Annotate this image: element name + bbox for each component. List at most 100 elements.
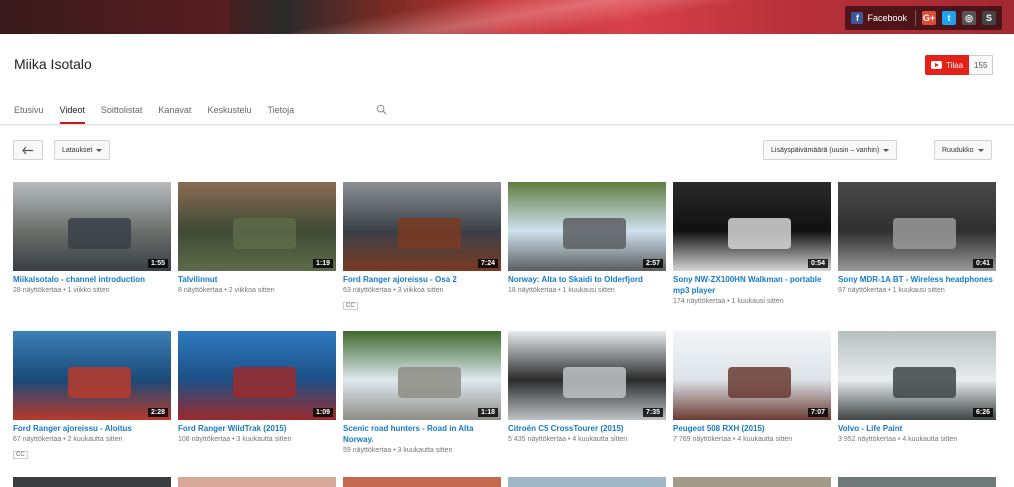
google-plus-icon[interactable]: G+: [922, 11, 936, 25]
video-title[interactable]: Citroën C5 CrossTourer (2015): [508, 423, 666, 434]
channel-name: Miika Isotalo: [14, 56, 92, 72]
video-thumbnail[interactable]: 7:07: [673, 331, 831, 420]
video-meta: 7 769 näyttökertaa • 4 kuukautta sitten: [673, 436, 793, 443]
tab-discussion[interactable]: Keskustelu: [199, 96, 259, 124]
tab-home[interactable]: Etusivu: [6, 96, 52, 124]
video-duration: 7:07: [807, 408, 828, 417]
video-card[interactable]: 0:41 Sony MDR-1A BT - Wireless headphones…: [838, 182, 996, 294]
video-thumbnail[interactable]: 6:26: [838, 331, 996, 420]
video-thumbnail-partial[interactable]: [838, 477, 996, 487]
tab-channels[interactable]: Kanavat: [150, 96, 199, 124]
video-thumbnail[interactable]: 7:35: [508, 331, 666, 420]
video-grid-row-partial: [13, 477, 1003, 487]
back-arrow-icon: [22, 146, 33, 154]
facebook-label: Facebook: [867, 13, 907, 23]
video-card[interactable]: 1:18 Scenic road hunters - Road in Alta N…: [343, 331, 501, 454]
search-icon[interactable]: [376, 104, 387, 115]
video-card[interactable]: 1:09 Ford Ranger WildTrak (2015) 108 näytt…: [178, 331, 336, 443]
video-title[interactable]: Scenic road hunters - Road in Alta Norwa…: [343, 423, 501, 445]
video-meta: 97 näyttökertaa • 1 kuukausi sitten: [838, 287, 945, 294]
video-meta: 108 näyttökertaa • 3 kuukautta sitten: [178, 436, 292, 443]
closed-captions-badge: CC: [13, 451, 28, 459]
thumbnail-subject: [233, 217, 297, 249]
subscribe-label: Tilaa: [946, 60, 964, 70]
video-duration: 7:35: [642, 408, 663, 417]
video-title[interactable]: Norway: Alta to Skaidi to Olderfjord: [508, 274, 666, 285]
video-thumbnail-partial[interactable]: [13, 477, 171, 487]
video-duration: 1:09: [312, 408, 333, 417]
banner-shade: [0, 0, 230, 34]
video-thumbnail-partial[interactable]: [508, 477, 666, 487]
video-title[interactable]: Ford Ranger WildTrak (2015): [178, 423, 336, 434]
video-card[interactable]: 2:57 Norway: Alta to Skaidi to Olderfjord…: [508, 182, 666, 294]
video-thumbnail[interactable]: 1:19: [178, 182, 336, 271]
video-card[interactable]: 7:07 Peugeot 508 RXH (2015) 7 769 näyttöke…: [673, 331, 831, 443]
back-button[interactable]: [13, 140, 43, 160]
thumbnail-subject: [68, 217, 132, 249]
video-title[interactable]: Volvo - Life Paint: [838, 423, 996, 434]
thumbnail-subject: [233, 366, 297, 398]
thumbnail-subject: [398, 217, 462, 249]
social-links: f Facebook G+ t ◎ S: [845, 6, 1002, 30]
video-card[interactable]: 1:55 Miikalsotalo - channel introduction 2…: [13, 182, 171, 294]
video-title[interactable]: Sony MDR-1A BT - Wireless headphones: [838, 274, 996, 285]
video-duration: 1:19: [312, 259, 333, 268]
video-duration: 2:57: [642, 259, 663, 268]
video-duration: 1:55: [147, 259, 168, 268]
tab-about[interactable]: Tietoja: [259, 96, 302, 124]
video-card[interactable]: 6:26 Volvo - Life Paint 3 952 näyttökertaa…: [838, 331, 996, 443]
snapchat-icon[interactable]: S: [982, 11, 996, 25]
video-card[interactable]: 1:19 Talvilinnut 8 näyttökertaa • 2 viikko…: [178, 182, 336, 294]
thumbnail-subject: [728, 217, 792, 249]
video-meta: 5 435 näyttökertaa • 4 kuukautta sitten: [508, 436, 628, 443]
facebook-link[interactable]: f Facebook: [851, 10, 916, 26]
video-title[interactable]: Ford Ranger ajoreissu - Aloitus: [13, 423, 171, 434]
video-thumbnail-partial[interactable]: [178, 477, 336, 487]
video-card[interactable]: 7:24 Ford Ranger ajoreissu - Osa 2 63 näyt…: [343, 182, 501, 312]
video-duration: 0:41: [972, 259, 993, 268]
video-meta: 67 näyttökertaa • 2 kuukautta sitten: [13, 436, 123, 443]
video-thumbnail-partial[interactable]: [673, 477, 831, 487]
thumbnail-subject: [563, 217, 627, 249]
subscribe-button[interactable]: Tilaa: [925, 55, 970, 75]
videos-content: Lataukset Lisäyspäivämäärä (uusin – vanh…: [0, 126, 1014, 487]
sort-dropdown[interactable]: Lisäyspäivämäärä (uusin – vanhin): [763, 140, 898, 160]
video-thumbnail[interactable]: 7:24: [343, 182, 501, 271]
twitter-icon[interactable]: t: [942, 11, 956, 25]
view-dropdown[interactable]: Ruudukko: [934, 140, 992, 160]
thumbnail-subject: [893, 366, 957, 398]
instagram-icon[interactable]: ◎: [962, 11, 976, 25]
youtube-play-icon: [931, 61, 942, 69]
video-thumbnail[interactable]: 2:28: [13, 331, 171, 420]
video-thumbnail[interactable]: 1:18: [343, 331, 501, 420]
video-duration: 1:18: [477, 408, 498, 417]
video-thumbnail[interactable]: 1:09: [178, 331, 336, 420]
video-card[interactable]: 7:35 Citroën C5 CrossTourer (2015) 5 435 n…: [508, 331, 666, 443]
video-title[interactable]: Ford Ranger ajoreissu - Osa 2: [343, 274, 501, 285]
video-meta: 63 näyttökertaa • 3 viikkoa sitten: [343, 287, 444, 294]
tab-videos[interactable]: Videot: [52, 96, 93, 124]
video-title[interactable]: Sony NW-ZX100HN Walkman - portable mp3 p…: [673, 274, 831, 296]
video-title[interactable]: Peugeot 508 RXH (2015): [673, 423, 831, 434]
chevron-down-icon: [883, 148, 890, 152]
video-title[interactable]: Talvilinnut: [178, 274, 336, 285]
thumbnail-subject: [398, 366, 462, 398]
tab-playlists[interactable]: Soittolistat: [93, 96, 151, 124]
video-duration: 6:26: [972, 408, 993, 417]
video-thumbnail[interactable]: 0:41: [838, 182, 996, 271]
subscribe-group: Tilaa 155: [925, 55, 994, 75]
video-thumbnail[interactable]: 1:55: [13, 182, 171, 271]
video-card[interactable]: 2:28 Ford Ranger ajoreissu - Aloitus 67 nä…: [13, 331, 171, 461]
channel-tabs: Etusivu Videot Soittolistat Kanavat Kesk…: [6, 96, 302, 124]
video-title[interactable]: Miikalsotalo - channel introduction: [13, 274, 171, 285]
thumbnail-subject: [728, 366, 792, 398]
chevron-down-icon: [96, 148, 103, 152]
uploads-filter-dropdown[interactable]: Lataukset: [54, 140, 111, 160]
video-thumbnail[interactable]: 2:57: [508, 182, 666, 271]
video-thumbnail-partial[interactable]: [343, 477, 501, 487]
view-label: Ruudukko: [942, 146, 974, 154]
video-card[interactable]: 0:54 Sony NW-ZX100HN Walkman - portable m…: [673, 182, 831, 305]
thumbnail-subject: [563, 366, 627, 398]
thumbnail-subject: [68, 366, 132, 398]
video-thumbnail[interactable]: 0:54: [673, 182, 831, 271]
